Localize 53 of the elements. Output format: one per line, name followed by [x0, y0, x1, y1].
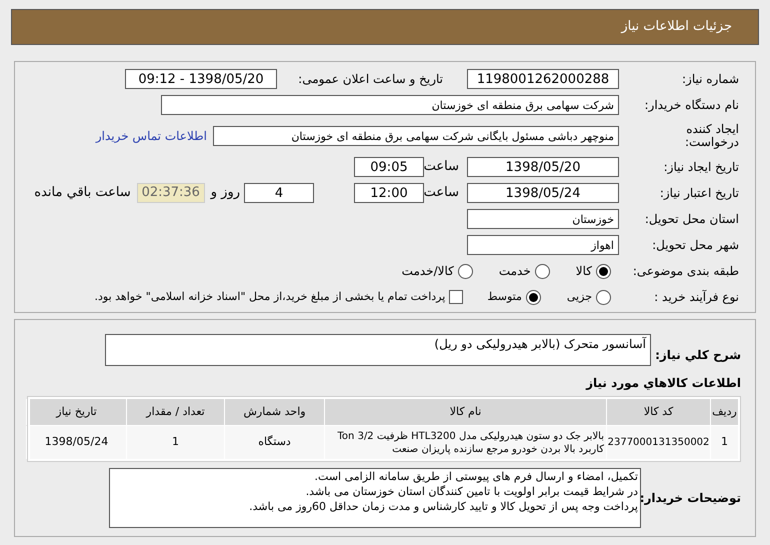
field-label: استان محل تحویل:	[644, 211, 739, 228]
text-field[interactable]: 1398/05/24	[467, 183, 619, 203]
text-field[interactable]: 12:00	[354, 183, 424, 203]
text-field[interactable]: 09:05	[354, 157, 424, 177]
contact-link[interactable]: اطلاعات تماس خریدار	[96, 127, 207, 145]
checkbox[interactable]	[449, 290, 464, 304]
radio-label: کالا	[576, 263, 592, 280]
table-cell: 2377000131350002	[606, 426, 710, 459]
field-label: ساعت	[424, 184, 459, 202]
field-label: ایجاد کننده درخواست:	[684, 123, 739, 149]
section-title: اطلاعات کالاهاي مورد نياز	[584, 375, 741, 392]
field-label: نوع فرآیند خرید :	[653, 289, 739, 306]
text-field[interactable]: شرکت سهامی برق منطقه ای خوزستان	[161, 95, 619, 115]
note-line: تکمیل، امضاء و ارسال فرم های پیوستی از طریق سامانه الزامی است.	[314, 469, 638, 484]
summary-field: آسانسور متحرک (بالابر هیدرولیکی دو ریل)	[105, 334, 651, 366]
text-field[interactable]: خوزستان	[467, 209, 619, 229]
radio-label: متوسط	[487, 288, 522, 305]
field-label: تاریخ اعتبار نیاز:	[658, 185, 739, 202]
radio-button[interactable]	[596, 264, 611, 278]
text-field[interactable]: منوچهر دباشی مسئول بایگانی شرکت سهامی برق منطقه ای خوزستان	[213, 126, 619, 146]
note-line: در شرایط قیمت برابر اولویت با تامین کنندگان استان خوزستان می باشد.	[304, 484, 638, 499]
field-label: تاریخ ایجاد نیاز:	[662, 159, 739, 176]
text-field[interactable]: 1398/05/20	[467, 157, 619, 177]
radio-button[interactable]	[534, 264, 550, 278]
table-cell: 1398/05/24	[26, 426, 126, 459]
radio-label: جزیی	[566, 288, 592, 305]
page-title: جزئیات اطلاعات نیاز	[621, 18, 732, 36]
text-field[interactable]: اهواز	[467, 235, 619, 255]
field-label: شرح کلي نياز:	[654, 347, 741, 364]
text-field[interactable]: 1398/05/20 - 09:12	[125, 69, 277, 89]
text-field[interactable]: 4	[244, 183, 314, 203]
radio-button[interactable]	[458, 264, 473, 278]
radio-label: کالا/خدمت	[402, 263, 454, 280]
field-label: شهر محل تحویل:	[651, 237, 739, 254]
field-label: روز و	[210, 184, 240, 202]
text-field[interactable]: 1198001262000288	[467, 69, 619, 89]
radio-button[interactable]	[526, 290, 541, 304]
table-cell: دستگاه	[224, 426, 324, 459]
checkbox-label: پرداخت تمام یا بخشی از مبلغ خرید،از محل "اسناد خزانه اسلامی" خواهد بود.	[94, 288, 446, 305]
field-label: ساعت باقي مانده	[34, 184, 131, 202]
field-label: نام دستگاه خریدار:	[644, 97, 739, 114]
radio-button[interactable]	[596, 290, 611, 304]
radio-label: خدمت	[498, 263, 531, 280]
field-label: شماره نیاز:	[681, 71, 739, 88]
note-line: پرداخت وجه پس از تحویل کالا و تایید کارشناس و مدت زمان حداقل 60روز می باشد.	[248, 499, 638, 514]
field-label: توضیحات خریدار:	[641, 490, 741, 507]
field-label: طبقه بندی موضوعی:	[632, 263, 739, 280]
field-label: تاریخ و ساعت اعلان عمومی:	[297, 71, 443, 88]
table-cell: 1	[126, 426, 224, 459]
field-label: ساعت	[424, 158, 459, 176]
remaining-time-field: 02:37:36	[136, 183, 205, 203]
table-cell: بالابر جک دو ستون هیدرولیکی مدل HTL3200 ظرفیت 3/2 Ton کاربرد بالا بردن خودرو مرجع سازنده پاریزان صنعت	[324, 426, 606, 459]
table-cell: 1	[710, 426, 738, 459]
